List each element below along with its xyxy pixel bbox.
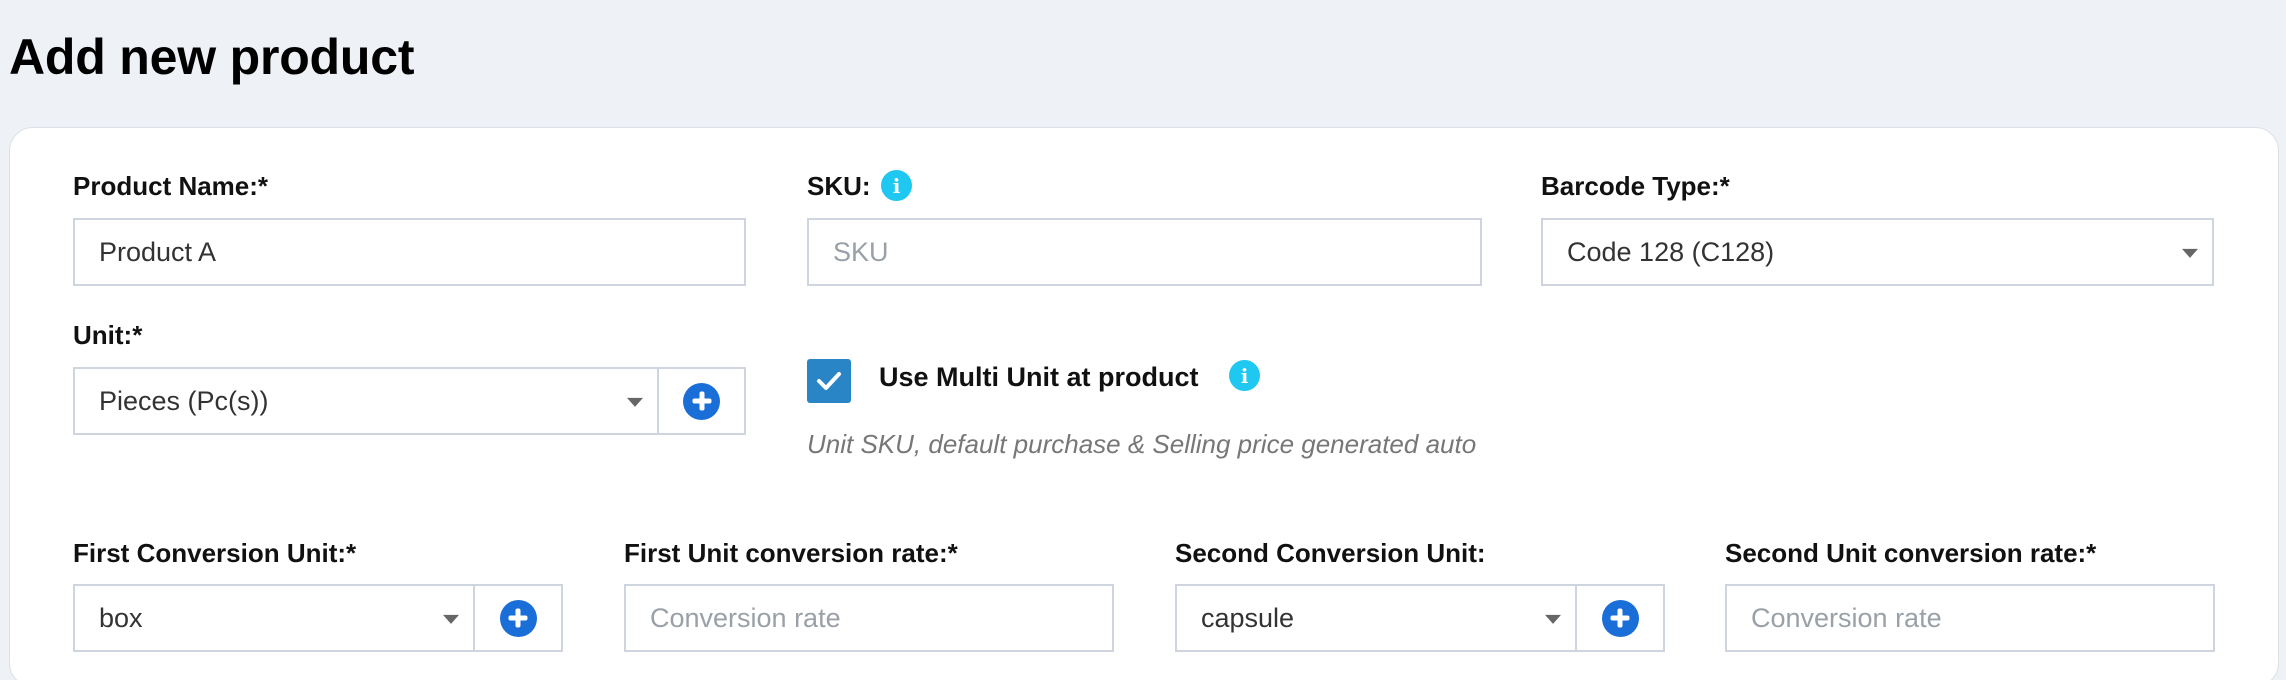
chevron-down-icon xyxy=(443,614,459,624)
barcode-type-label: Barcode Type:* xyxy=(1541,171,1730,201)
page-title: Add new product xyxy=(9,29,415,85)
plus-circle-icon xyxy=(683,382,720,420)
first-unit-rate-label: First Unit conversion rate:* xyxy=(624,538,958,568)
first-conversion-unit-select[interactable]: box xyxy=(73,584,475,652)
plus-circle-icon xyxy=(499,599,537,637)
second-unit-rate-input[interactable]: Conversion rate xyxy=(1725,584,2215,652)
unit-select[interactable]: Pieces (Pc(s)) xyxy=(73,367,659,435)
second-conversion-unit-select[interactable]: capsule xyxy=(1175,584,1577,652)
plus-circle-icon xyxy=(1601,599,1639,637)
first-unit-rate-placeholder: Conversion rate xyxy=(650,602,841,633)
product-form-card: Product Name:* Product A SKU: i SKU Barc… xyxy=(9,127,2279,680)
add-second-conversion-unit-button[interactable] xyxy=(1577,584,1665,652)
second-conversion-unit-value: capsule xyxy=(1201,602,1295,633)
sku-input[interactable]: SKU xyxy=(807,218,1482,286)
checkmark-icon xyxy=(817,372,841,390)
info-icon[interactable]: i xyxy=(1229,360,1260,391)
barcode-type-select[interactable]: Code 128 (C128) xyxy=(1541,218,2214,286)
chevron-down-icon xyxy=(2182,248,2198,258)
add-unit-button[interactable] xyxy=(659,367,746,435)
first-conversion-unit-label: First Conversion Unit:* xyxy=(73,538,357,568)
second-unit-rate-placeholder: Conversion rate xyxy=(1751,602,1942,633)
sku-placeholder: SKU xyxy=(833,236,889,267)
unit-label: Unit:* xyxy=(73,320,143,350)
product-name-value: Product A xyxy=(99,236,217,267)
info-icon[interactable]: i xyxy=(881,170,912,201)
first-conversion-unit-value: box xyxy=(99,602,143,633)
barcode-type-value: Code 128 (C128) xyxy=(1567,236,1775,267)
add-first-conversion-unit-button[interactable] xyxy=(475,584,563,652)
second-unit-rate-label: Second Unit conversion rate:* xyxy=(1725,538,2097,568)
sku-label: SKU: xyxy=(807,171,871,201)
first-unit-rate-input[interactable]: Conversion rate xyxy=(624,584,1114,652)
product-name-input[interactable]: Product A xyxy=(73,218,746,286)
product-name-label: Product Name:* xyxy=(73,171,269,201)
second-conversion-unit-label: Second Conversion Unit: xyxy=(1175,538,1486,568)
multi-unit-checkbox[interactable] xyxy=(807,359,851,403)
chevron-down-icon xyxy=(627,397,643,407)
chevron-down-icon xyxy=(1545,614,1561,624)
multi-unit-label: Use Multi Unit at product xyxy=(879,362,1199,392)
unit-value: Pieces (Pc(s)) xyxy=(99,385,269,416)
multi-unit-hint: Unit SKU, default purchase & Selling pri… xyxy=(807,429,1477,459)
